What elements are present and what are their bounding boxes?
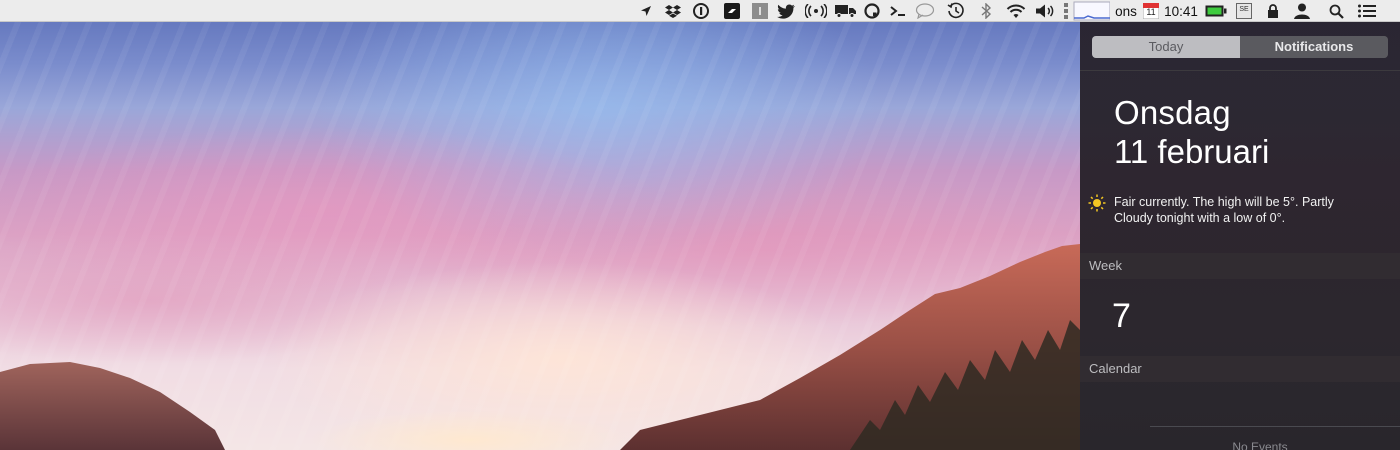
1password-icon[interactable] [692, 0, 710, 22]
calendar-badge-day: 11 [1146, 7, 1156, 17]
airplay-broadcast-icon[interactable] [804, 0, 828, 22]
dropbox-icon[interactable] [664, 0, 682, 22]
app-circle-icon[interactable] [862, 0, 882, 22]
calendar-empty-text: No Events [1232, 440, 1288, 450]
volume-icon[interactable] [1034, 0, 1056, 22]
day-label[interactable]: ons [1115, 0, 1137, 22]
clock-time: 10:41 [1164, 3, 1198, 19]
spotlight-icon[interactable] [1326, 0, 1346, 22]
app-icon-gray[interactable] [750, 0, 770, 22]
notification-center-icon[interactable] [1356, 0, 1378, 22]
menu-bar: ons 11 10:41 SE [0, 0, 1400, 22]
keyboard-layout-icon[interactable]: SE [1234, 0, 1254, 22]
today-date: 11 februari [1114, 133, 1270, 170]
calendar-section-header: Calendar [1080, 356, 1400, 382]
app-icon[interactable] [722, 0, 742, 22]
truck-icon[interactable] [834, 0, 858, 22]
today-weekday: Onsdag [1114, 94, 1231, 131]
battery-icon[interactable] [1204, 0, 1228, 22]
time-machine-icon[interactable] [946, 0, 966, 22]
wifi-icon[interactable] [1004, 0, 1028, 22]
clock[interactable]: 10:41 [1162, 0, 1200, 22]
weather-summary: Fair currently. The high will be 5°. Par… [1114, 195, 1334, 225]
bluetooth-icon[interactable] [976, 0, 996, 22]
mountains-wallpaper [0, 244, 1080, 450]
week-number: 7 [1112, 297, 1131, 335]
sun-icon [1088, 194, 1106, 217]
calendar-divider [1150, 426, 1400, 427]
day-text: ons [1115, 3, 1137, 19]
notification-center-panel: Today Notifications Onsdag 11 februari F… [1080, 22, 1400, 450]
tab-notifications[interactable]: Notifications [1240, 36, 1388, 58]
lock-icon[interactable] [1264, 0, 1282, 22]
cpu-graph-icon[interactable] [1064, 0, 1110, 22]
nc-divider [1080, 70, 1400, 71]
calendar-badge-icon[interactable]: 11 [1142, 0, 1160, 22]
keyboard-badge: SE [1239, 6, 1249, 13]
tab-today[interactable]: Today [1092, 36, 1240, 58]
user-icon[interactable] [1292, 0, 1312, 22]
terminal-icon[interactable] [888, 0, 908, 22]
message-bubble-icon[interactable] [914, 0, 936, 22]
nc-tab-switcher: Today Notifications [1092, 36, 1388, 58]
location-icon[interactable] [638, 0, 654, 22]
week-section-header: Week [1080, 253, 1400, 279]
twitter-icon[interactable] [776, 0, 796, 22]
